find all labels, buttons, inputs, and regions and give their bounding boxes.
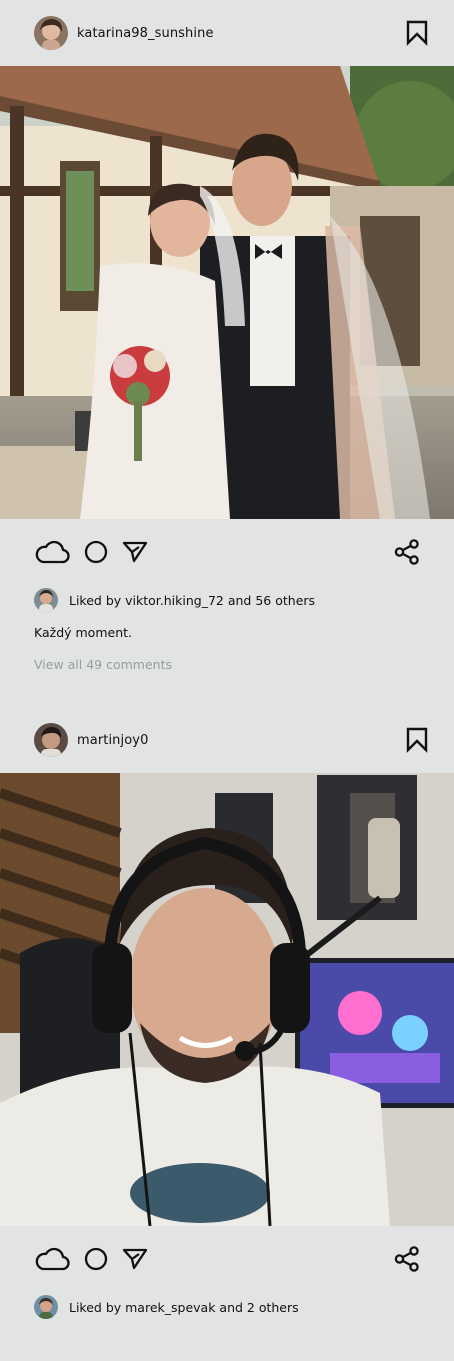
post-photo[interactable]: [0, 66, 454, 519]
username[interactable]: katarina98_sunshine: [77, 26, 406, 41]
caption: Každý moment.: [34, 625, 132, 640]
post-photo[interactable]: [0, 773, 454, 1226]
post-1: katarina98_sunshine Liked by viktor.hiki…: [0, 0, 454, 674]
send-icon[interactable]: [122, 540, 148, 564]
circle-icon[interactable]: [84, 1247, 108, 1271]
share-icon[interactable]: [394, 1246, 420, 1272]
avatar[interactable]: [34, 723, 68, 757]
avatar[interactable]: [34, 588, 58, 612]
likes-text[interactable]: Liked by viktor.hiking_72 and 56 others: [69, 593, 315, 608]
bookmark-icon[interactable]: [406, 20, 428, 46]
likes-row: Liked by viktor.hiking_72 and 56 others: [0, 585, 454, 615]
post-2: martinjoy0 Liked by marek_spevak and 2 o…: [0, 707, 454, 1322]
post-actions: [0, 1226, 454, 1292]
cloud-icon[interactable]: [34, 1246, 70, 1272]
send-icon[interactable]: [122, 1247, 148, 1271]
username[interactable]: martinjoy0: [77, 733, 406, 748]
bookmark-icon[interactable]: [406, 727, 428, 753]
share-icon[interactable]: [394, 539, 420, 565]
circle-icon[interactable]: [84, 540, 108, 564]
likes-row: Liked by marek_spevak and 2 others: [0, 1292, 454, 1322]
post-header: martinjoy0: [0, 707, 454, 773]
likes-text[interactable]: Liked by marek_spevak and 2 others: [69, 1300, 299, 1315]
post-header: katarina98_sunshine: [0, 0, 454, 66]
view-comments-link[interactable]: View all 49 comments: [0, 656, 454, 674]
avatar[interactable]: [34, 1295, 58, 1319]
cloud-icon[interactable]: [34, 539, 70, 565]
post-actions: [0, 519, 454, 585]
avatar[interactable]: [34, 16, 68, 50]
